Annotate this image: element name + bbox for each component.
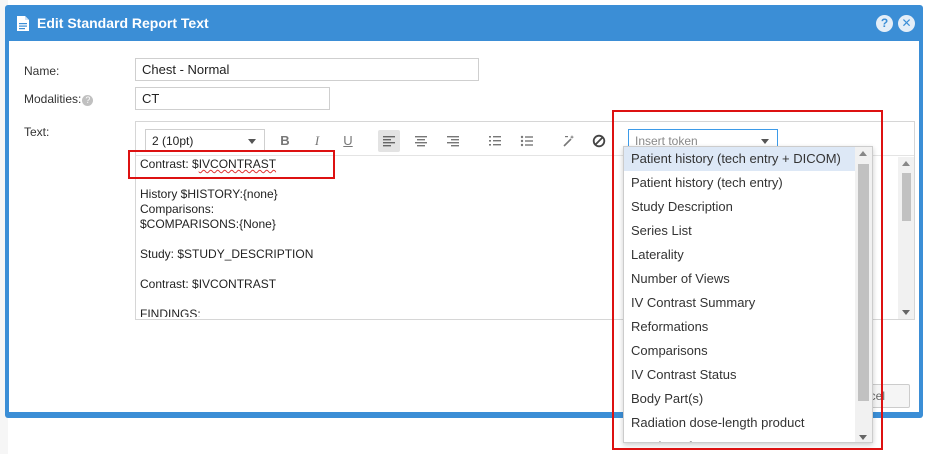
font-size-value: 2 (10pt) [152, 134, 194, 148]
highlight-box-contrast [128, 150, 335, 179]
scroll-up-icon[interactable] [902, 161, 910, 166]
help-button[interactable]: ? [876, 15, 893, 32]
numbered-list-icon [489, 136, 501, 146]
align-right-button[interactable] [442, 130, 464, 152]
clear-format-button[interactable] [558, 130, 580, 152]
text-label: Text: [24, 125, 50, 139]
editor-line: Study: $STUDY_DESCRIPTION [140, 247, 314, 261]
editor-line: History $HISTORY:{none} [140, 187, 278, 201]
modalities-label-text: Modalities: [24, 92, 82, 106]
align-left-icon [383, 136, 395, 147]
modalities-label: Modalities:? [24, 92, 94, 106]
align-center-icon [415, 136, 427, 147]
bold-button[interactable]: B [274, 130, 296, 152]
font-size-select[interactable]: 2 (10pt) [145, 129, 265, 152]
magic-wand-icon [563, 135, 575, 147]
align-right-icon [447, 136, 459, 147]
close-button[interactable]: ✕ [898, 15, 915, 32]
italic-button[interactable]: I [306, 130, 328, 152]
dialog-titlebar: Edit Standard Report Text ? ✕ [5, 5, 923, 41]
align-center-button[interactable] [410, 130, 432, 152]
name-input[interactable]: Chest - Normal [135, 58, 479, 81]
remove-button[interactable] [588, 130, 610, 152]
editor-line: $COMPARISONS:{None} [140, 217, 276, 231]
scrollbar-thumb[interactable] [902, 173, 911, 221]
help-circle-icon[interactable]: ? [82, 95, 94, 106]
ordered-list-button[interactable] [484, 130, 506, 152]
bullet-list-icon [520, 135, 533, 147]
highlight-box-token-list [612, 110, 883, 450]
document-icon [17, 16, 29, 31]
bullet-list-button[interactable] [516, 130, 538, 152]
editor-line: Comparisons: [140, 202, 215, 216]
name-label: Name: [24, 64, 60, 78]
align-left-button[interactable] [378, 130, 400, 152]
prohibited-icon [592, 134, 606, 148]
editor-line: Contrast: $IVCONTRAST [140, 277, 277, 291]
dialog-title: Edit Standard Report Text [37, 15, 209, 31]
underline-button[interactable]: U [337, 130, 359, 152]
editor-line: FINDINGS: [140, 307, 201, 317]
chevron-down-icon [248, 139, 256, 144]
editor-scrollbar[interactable] [898, 157, 914, 319]
modalities-input[interactable]: CT [135, 87, 330, 110]
scroll-down-icon[interactable] [902, 310, 910, 315]
editor-content[interactable]: Contrast: $IVCONTRAST History $HISTORY:{… [140, 157, 580, 317]
